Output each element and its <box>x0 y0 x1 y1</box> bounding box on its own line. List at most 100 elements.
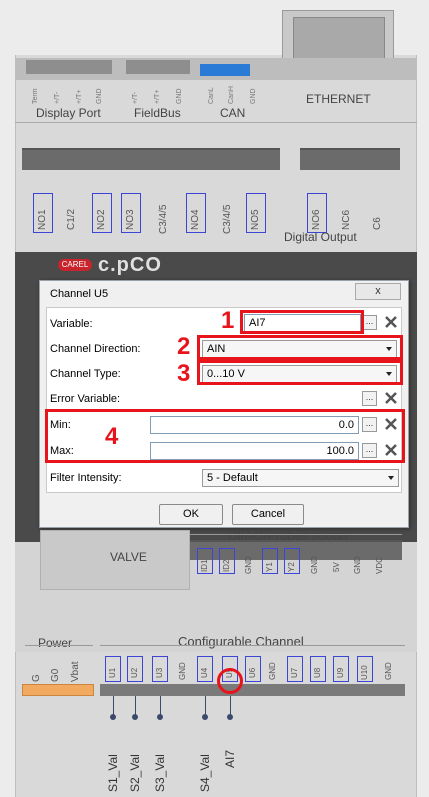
pin-label: C3/4/5 <box>222 204 233 234</box>
filter-value: 5 - Default <box>207 472 258 484</box>
pin-label: G <box>31 674 42 682</box>
cpco-logo: c.pCO <box>98 254 162 276</box>
wire-dot <box>110 714 116 720</box>
pin-label: +/T+ <box>76 89 83 104</box>
clear-variable-icon[interactable] <box>383 314 399 330</box>
pin-label: CanH <box>228 86 235 104</box>
variable-label: Variable: <box>50 318 93 330</box>
pin-label: NO5 <box>250 209 261 230</box>
can-connector <box>200 64 250 76</box>
pin-label: GND <box>384 662 393 680</box>
callout-1: 1 <box>221 307 235 334</box>
pin-label: GND <box>353 556 362 574</box>
divider <box>25 645 93 646</box>
highlight-box-min-max <box>45 409 405 463</box>
pin-label: NO1 <box>37 209 48 230</box>
pin-label: U7 <box>290 667 299 678</box>
pin-label: CanL <box>208 87 215 104</box>
pin-label: G0 <box>50 668 61 682</box>
display-port-label: Display Port <box>36 106 101 120</box>
pin-label: ID2 <box>222 559 231 572</box>
variable-browse-button[interactable]: ... <box>362 315 377 330</box>
pin-label: GND <box>244 556 253 574</box>
pin-label: 5V <box>332 562 341 572</box>
digital-output-terminal-block-right <box>300 148 400 170</box>
close-button[interactable]: x <box>355 283 401 300</box>
pin-label: NC6 <box>341 209 352 230</box>
highlight-box-variable <box>240 310 364 334</box>
pin-label: GND <box>178 662 187 680</box>
divider <box>15 122 417 123</box>
pin-label: U4 <box>200 667 209 678</box>
wire-dot <box>157 714 163 720</box>
callout-4: 4 <box>105 423 119 450</box>
digital-output-label: Digital Output <box>284 230 357 244</box>
pin-label: ID1 <box>200 559 209 572</box>
pin-label: Y1 <box>265 562 274 572</box>
wire-dot <box>202 714 208 720</box>
pin-label: U10 <box>360 665 369 680</box>
display-port-connector <box>26 60 112 74</box>
pin-label: U1 <box>108 667 117 678</box>
error-variable-label: Error Variable: <box>50 393 121 405</box>
direction-label: Channel Direction: <box>50 343 141 355</box>
divider <box>100 645 405 646</box>
highlight-box-direction <box>197 335 403 360</box>
close-icon: x <box>375 285 381 297</box>
pin-label: Term <box>32 88 39 104</box>
pin-label: GND <box>310 556 319 574</box>
error-variable-browse-button[interactable]: ... <box>362 391 377 406</box>
carel-logo: CAREL <box>58 259 92 271</box>
callout-2: 2 <box>177 333 191 360</box>
pin-label: Y2 <box>287 562 296 572</box>
highlight-box-type <box>197 360 403 385</box>
pin-label: GND <box>268 662 277 680</box>
dialog-title: Channel U5 <box>50 288 109 300</box>
pin-label: GND <box>250 88 257 104</box>
wire-dot <box>132 714 138 720</box>
ok-button[interactable]: OK <box>159 504 223 525</box>
pin-label: GND <box>176 88 183 104</box>
pin-label: +/T- <box>54 91 61 104</box>
fieldbus-label: FieldBus <box>134 106 181 120</box>
type-label: Channel Type: <box>50 368 121 380</box>
power-terminal-block <box>22 684 94 696</box>
pin-label: U9 <box>336 667 345 678</box>
can-label: CAN <box>220 106 246 120</box>
signal-label: S4_Val <box>198 754 212 792</box>
pin-label: U8 <box>313 667 322 678</box>
pin-label: VDC <box>375 557 384 574</box>
pin-label: NO2 <box>96 209 107 230</box>
pin-label: U2 <box>130 667 139 678</box>
configurable-channel-label: Configurable Channel <box>178 634 304 649</box>
highlight-circle-u5 <box>217 668 243 694</box>
wire-dot <box>227 714 233 720</box>
signal-label: AI7 <box>223 749 237 768</box>
signal-label: S2_Val <box>128 754 142 792</box>
callout-3: 3 <box>177 360 191 387</box>
clear-error-variable-icon[interactable] <box>383 390 399 406</box>
fieldbus-connector <box>126 60 190 74</box>
chevron-down-icon <box>388 476 394 480</box>
valve-label: VALVE <box>110 550 147 564</box>
pin-label: U6 <box>248 667 257 678</box>
filter-label: Filter Intensity: <box>50 472 122 484</box>
channel-terminal-block <box>100 684 405 696</box>
divider <box>190 534 402 535</box>
digital-output-terminal-block <box>22 148 280 170</box>
pin-label: +/T- <box>132 91 139 104</box>
power-label: Power <box>38 636 73 650</box>
pin-label: C6 <box>372 217 383 230</box>
pin-label: NO6 <box>311 209 322 230</box>
signal-label: S1_Val <box>106 754 120 792</box>
pin-label: NO3 <box>125 209 136 230</box>
pin-label: C1/2 <box>66 208 77 230</box>
pin-label: GND <box>96 88 103 104</box>
signal-label: S3_Val <box>153 754 167 792</box>
pin-label: +/T+ <box>154 89 161 104</box>
pin-label: NO4 <box>190 209 201 230</box>
ethernet-label: ETHERNET <box>306 92 371 106</box>
pin-label: C3/4/5 <box>158 204 169 234</box>
filter-select[interactable]: 5 - Default <box>202 469 399 487</box>
cancel-button[interactable]: Cancel <box>232 504 304 525</box>
